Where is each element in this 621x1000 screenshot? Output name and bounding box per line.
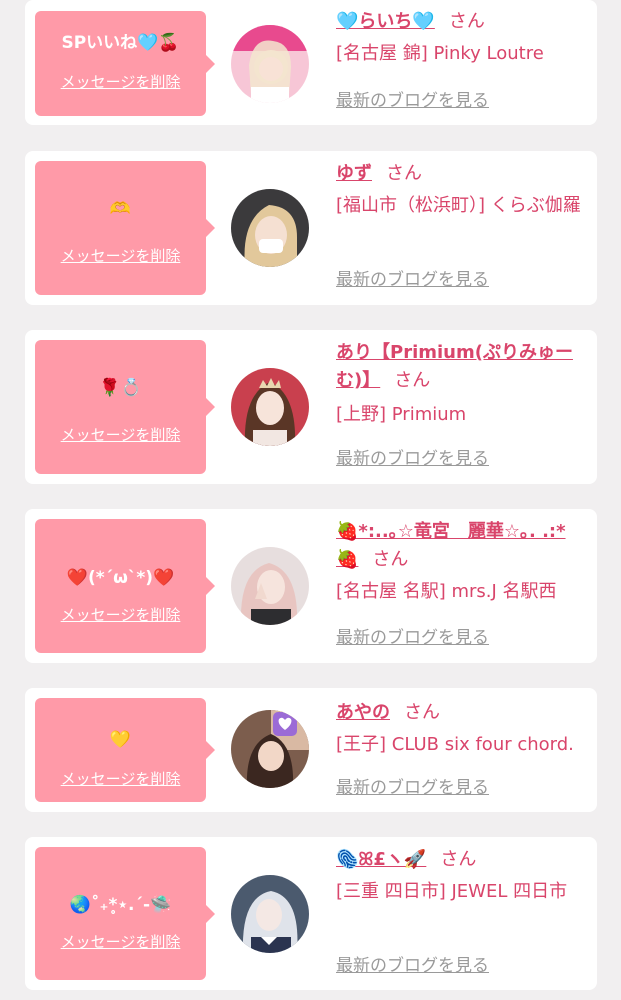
latest-blog-link[interactable]: 最新のブログを見る	[336, 777, 489, 799]
message-bubble: SPいいね🩵🍒 メッセージを削除	[35, 11, 215, 116]
profile-name-link[interactable]: 🍓*:..｡☆竜宮 麗華☆｡. .:*🍓	[336, 521, 566, 570]
avatar[interactable]	[231, 710, 309, 788]
profile-info: あやの さん [王子] CLUB six four chord.	[336, 699, 586, 759]
delete-message-link[interactable]: メッセージを削除	[35, 769, 206, 789]
message-bubble: ❤️(*´ω`*)❤️ メッセージを削除	[35, 519, 215, 653]
avatar[interactable]	[231, 189, 309, 267]
shop-info: [名古屋 錦] Pinky Loutre	[336, 43, 544, 64]
message-card: 🫶 メッセージを削除 ゆず さん [福山市（松浜町）] くらぶ伽羅 最新のブログを…	[25, 151, 597, 305]
message-text: 🌏˚₊*̥⋆.ˊ-🛸	[69, 895, 172, 915]
delete-message-link[interactable]: メッセージを削除	[35, 425, 206, 445]
name-line: 🍓*:..｡☆竜宮 麗華☆｡. .:*🍓 さん	[336, 518, 586, 574]
honorific: さん	[404, 702, 440, 723]
latest-blog-link[interactable]: 最新のブログを見る	[336, 627, 489, 649]
honorific: さん	[394, 370, 431, 391]
shop-info: [王子] CLUB six four chord.	[336, 734, 574, 755]
profile-info: 🍓*:..｡☆竜宮 麗華☆｡. .:*🍓 さん [名古屋 名駅] mrs.J 名駅…	[336, 518, 586, 606]
message-text: SPいいね🩵🍒	[61, 33, 180, 53]
profile-name-link[interactable]: あり【Primium(ぷりみゅーむ)】	[336, 342, 573, 391]
message-bubble: 🫶 メッセージを削除	[35, 161, 215, 295]
message-text: 🌹💍	[99, 378, 142, 398]
profile-info: 🫆ꕤ£ヽ🚀 さん [三重 四日市] JEWEL 四日市	[336, 846, 586, 906]
delete-message-link[interactable]: メッセージを削除	[35, 932, 206, 952]
name-line: ゆず さん	[336, 160, 586, 188]
shop-info: [三重 四日市] JEWEL 四日市	[336, 881, 568, 902]
delete-message-link[interactable]: メッセージを削除	[35, 72, 206, 92]
message-card: 🌹💍 メッセージを削除 あり【Primium(ぷりみゅーむ)】 さん [上野] P…	[25, 330, 597, 484]
message-text: 🫶	[109, 199, 132, 219]
honorific: さん	[448, 11, 485, 32]
profile-name-link[interactable]: 🫆ꕤ£ヽ🚀	[336, 849, 426, 870]
profile-info: 🩵らいち🩵 さん [名古屋 錦] Pinky Loutre	[336, 8, 586, 68]
message-bubble: 🌹💍 メッセージを削除	[35, 340, 215, 474]
honorific: さん	[440, 849, 477, 870]
message-card: ❤️(*´ω`*)❤️ メッセージを削除 🍓*:..｡☆竜宮 麗華☆｡. .:*…	[25, 509, 597, 663]
honorific: さん	[386, 163, 422, 184]
message-text: 💛	[109, 730, 132, 750]
avatar[interactable]	[231, 547, 309, 625]
avatar[interactable]	[231, 25, 309, 103]
honorific: さん	[372, 549, 409, 570]
message-bubble: 🌏˚₊*̥⋆.ˊ-🛸 メッセージを削除	[35, 847, 215, 980]
latest-blog-link[interactable]: 最新のブログを見る	[336, 955, 489, 977]
message-card: SPいいね🩵🍒 メッセージを削除 🩵らいち🩵 さん [名古屋 錦] Pinky L…	[25, 0, 597, 125]
latest-blog-link[interactable]: 最新のブログを見る	[336, 90, 489, 112]
avatar[interactable]	[231, 368, 309, 446]
message-text: ❤️(*´ω`*)❤️	[66, 568, 175, 588]
delete-message-link[interactable]: メッセージを削除	[35, 246, 206, 266]
profile-info: あり【Primium(ぷりみゅーむ)】 さん [上野] Primium	[336, 339, 586, 429]
latest-blog-link[interactable]: 最新のブログを見る	[336, 448, 489, 470]
profile-name-link[interactable]: あやの	[336, 702, 390, 723]
name-line: 🩵らいち🩵 さん	[336, 8, 586, 36]
profile-info: ゆず さん [福山市（松浜町）] くらぶ伽羅	[336, 160, 586, 220]
message-card: 💛 メッセージを削除 あやの さん [王子] CLUB six four chor…	[25, 688, 597, 812]
avatar[interactable]	[231, 875, 309, 953]
shop-info: [名古屋 名駅] mrs.J 名駅西	[336, 581, 557, 602]
message-bubble: 💛 メッセージを削除	[35, 698, 215, 802]
delete-message-link[interactable]: メッセージを削除	[35, 605, 206, 625]
profile-name-link[interactable]: ゆず	[336, 163, 372, 184]
message-card: 🌏˚₊*̥⋆.ˊ-🛸 メッセージを削除 🫆ꕤ£ヽ🚀 さん [三重 四日市] JEW…	[25, 837, 597, 990]
name-line: あり【Primium(ぷりみゅーむ)】 さん	[336, 339, 586, 395]
shop-info: [福山市（松浜町）] くらぶ伽羅	[336, 195, 581, 216]
latest-blog-link[interactable]: 最新のブログを見る	[336, 269, 489, 291]
name-line: 🫆ꕤ£ヽ🚀 さん	[336, 846, 586, 874]
shop-info: [上野] Primium	[336, 404, 467, 425]
profile-name-link[interactable]: 🩵らいち🩵	[336, 11, 435, 32]
name-line: あやの さん	[336, 699, 586, 727]
